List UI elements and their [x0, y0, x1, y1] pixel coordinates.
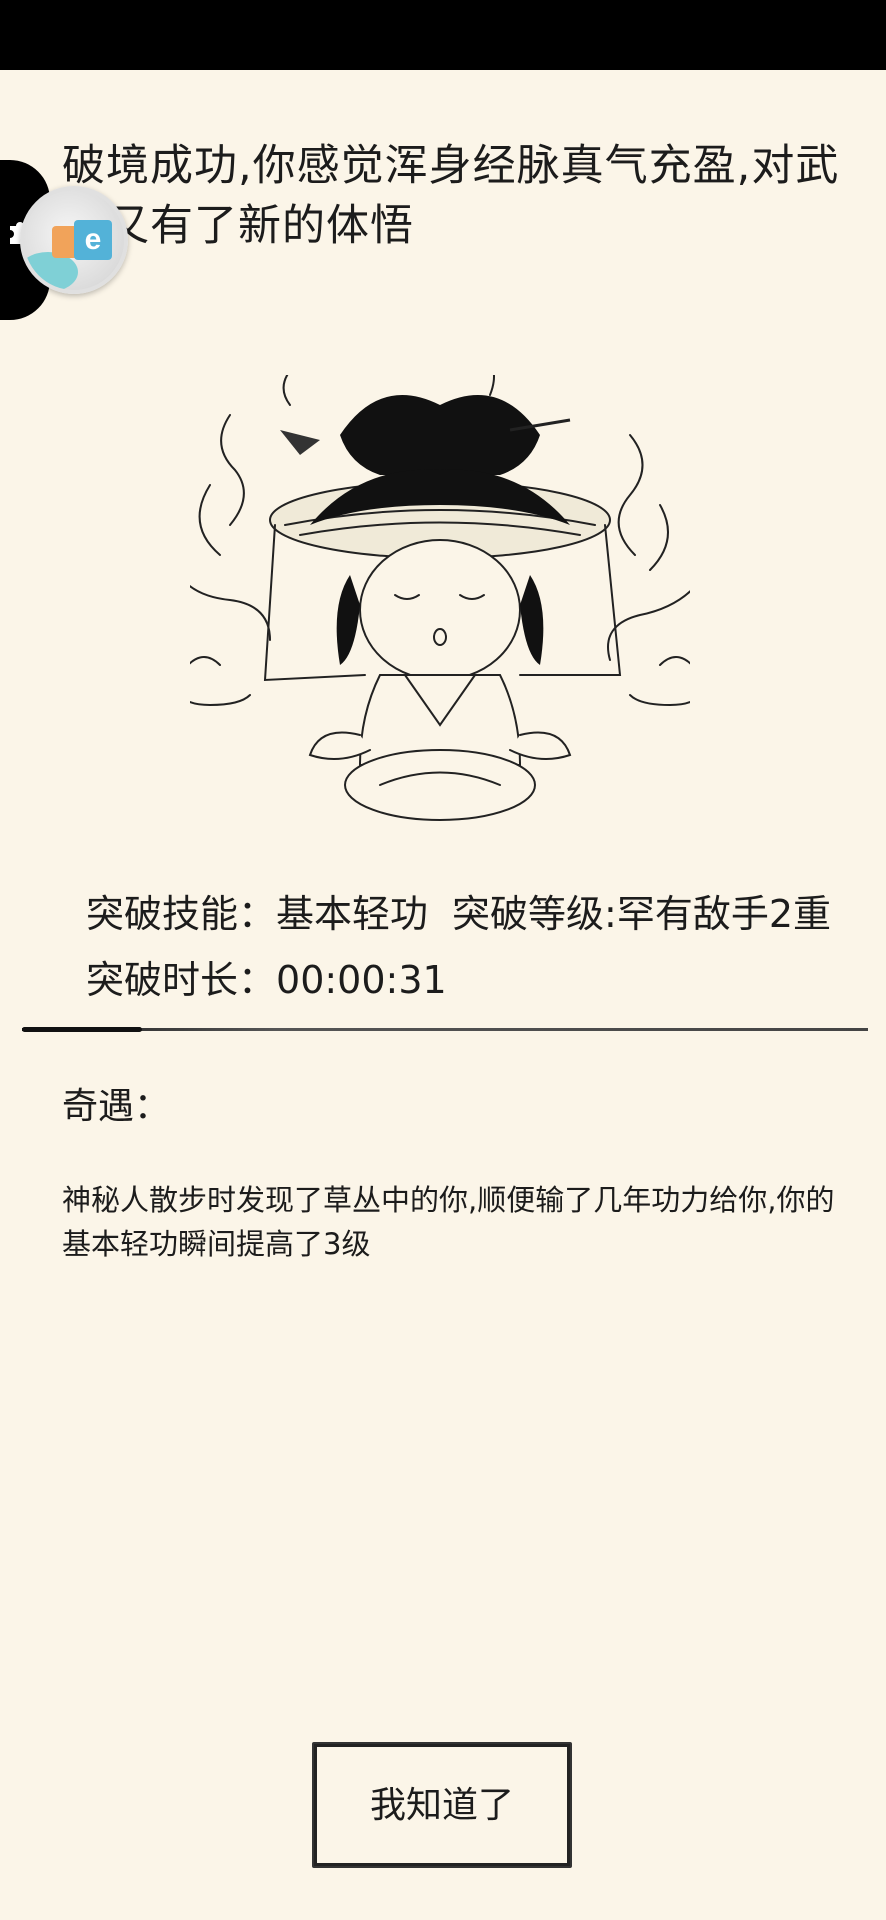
duration-value: 00:00:31 [276, 958, 447, 1002]
skill-value: 基本轻功 [276, 892, 429, 936]
section-divider [22, 1027, 868, 1032]
encounter-text: 神秘人散步时发现了草丛中的你,顺便输了几年功力给你,你的基本轻功瞬间提高了3级 [62, 1183, 835, 1261]
breakthrough-skill-row: 突破技能：基本轻功 突破等级:罕有敌手2重 [86, 888, 831, 940]
floating-assistant-ball[interactable]: e [20, 186, 128, 294]
encounter-title: 奇遇： [62, 1086, 171, 1127]
skill-label: 突破技能： [86, 892, 277, 936]
acknowledge-button[interactable]: 我知道了 [312, 1742, 572, 1868]
meditating-character-illustration [190, 375, 690, 821]
status-bar [0, 0, 886, 70]
result-headline: 破境成功,你感觉浑身经脉真气充盈,对武学又有了新的体悟 [62, 141, 840, 251]
breakthrough-duration-row: 突破时长：00:00:31 [86, 954, 447, 1006]
level-label: 突破等级: [452, 892, 617, 936]
duration-label: 突破时长： [86, 958, 277, 1002]
app-logo-icon [24, 252, 78, 290]
level-value: 罕有敌手2重 [616, 892, 832, 936]
